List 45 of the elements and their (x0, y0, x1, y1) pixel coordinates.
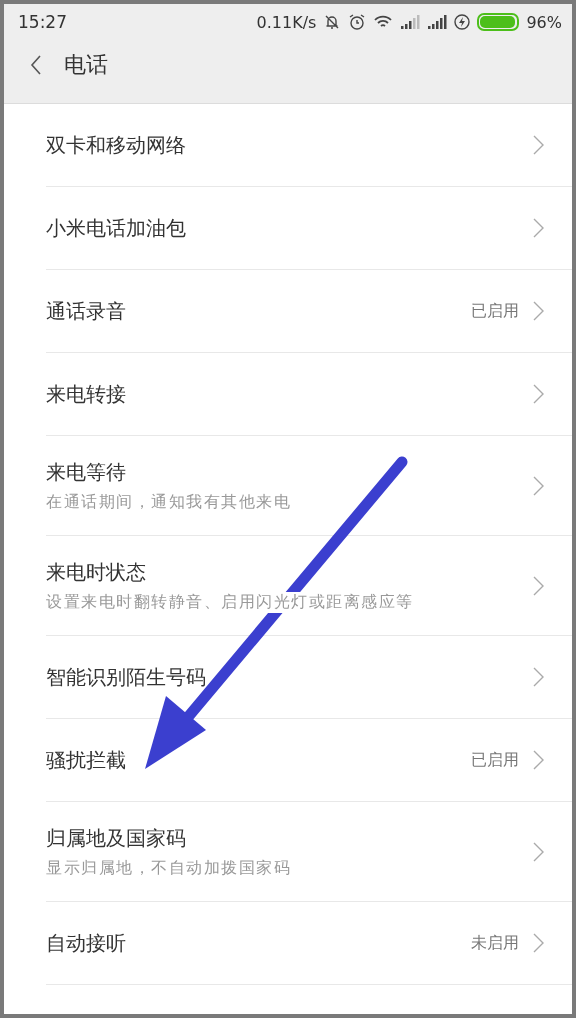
network-speed: 0.11K/s (256, 12, 317, 32)
chevron-icon (533, 384, 544, 404)
settings-item[interactable]: 小米电话加油包 (46, 187, 572, 270)
item-title: 通话录音 (46, 297, 127, 325)
signal-icon (400, 15, 421, 29)
settings-item[interactable]: 来电时状态 设置来电时翻转静音、启用闪光灯或距离感应等 (46, 536, 572, 636)
chevron-icon (533, 575, 544, 596)
charging-icon (454, 14, 471, 30)
item-description: 设置来电时翻转静音、启用闪光灯或距离感应等 (46, 591, 414, 613)
wifi-icon (373, 14, 394, 30)
alarm-icon (348, 13, 367, 31)
chevron-icon (533, 750, 544, 770)
item-description: 在通话期间，通知我有其他来电 (46, 491, 291, 513)
signal-icon (427, 15, 448, 29)
item-title: 小米电话加油包 (46, 214, 187, 242)
settings-item[interactable]: 来电等待 在通话期间，通知我有其他来电 (46, 436, 572, 536)
item-title: 来电转接 (46, 380, 127, 408)
chevron-icon (533, 933, 544, 953)
back-icon[interactable] (30, 55, 42, 75)
chevron-icon (533, 667, 544, 687)
item-title: 骚扰拦截 (46, 746, 127, 774)
status-time: 15:27 (18, 12, 67, 32)
item-title: 来电等待 (46, 458, 127, 486)
settings-item[interactable]: 归属地及国家码 显示归属地，不自动加拨国家码 (46, 802, 572, 902)
item-title: 智能识别陌生号码 (46, 663, 207, 691)
chevron-icon (533, 475, 544, 496)
item-title: 自动接听 (46, 929, 127, 957)
item-status: 已启用 (471, 300, 519, 322)
page-title: 电话 (64, 51, 108, 79)
settings-item[interactable]: 自动接听 未启用 (46, 902, 572, 985)
item-title: 归属地及国家码 (46, 824, 187, 852)
item-title: 来电时状态 (46, 558, 147, 586)
battery-icon (477, 13, 520, 31)
settings-item[interactable]: 双卡和移动网络 (46, 104, 572, 187)
item-status: 未启用 (471, 932, 519, 954)
settings-item[interactable]: 通话录音 已启用 (46, 270, 572, 353)
settings-item[interactable]: 来电转接 (46, 353, 572, 436)
chevron-icon (533, 841, 544, 862)
item-description: 显示归属地，不自动加拨国家码 (46, 857, 291, 879)
chevron-icon (533, 135, 544, 155)
battery-percentage: 96% (526, 12, 562, 32)
chevron-icon (533, 301, 544, 321)
item-title: 双卡和移动网络 (46, 131, 187, 159)
item-status: 已启用 (471, 749, 519, 771)
chevron-icon (533, 218, 544, 238)
